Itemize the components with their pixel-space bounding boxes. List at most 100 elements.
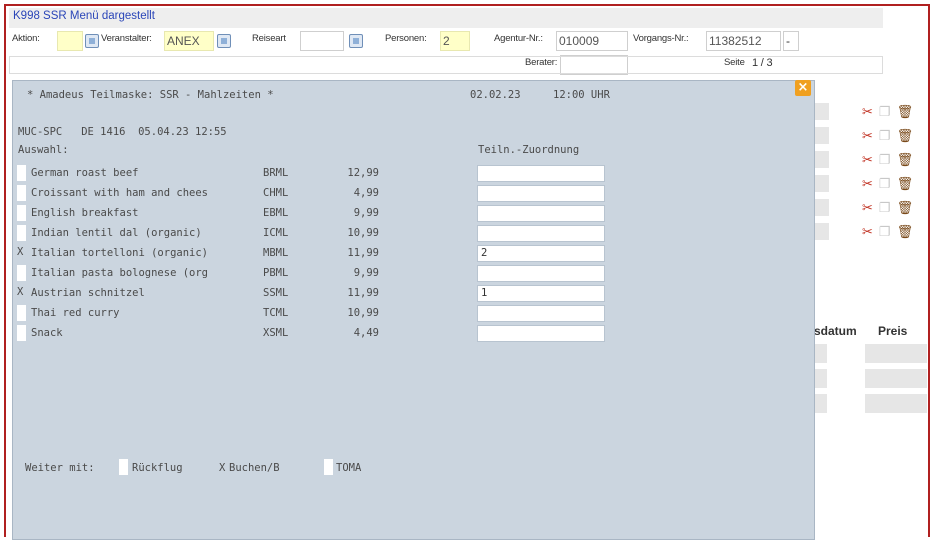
trash-icon[interactable]: 🗑 bbox=[897, 153, 914, 167]
zuordnung-label: Teiln.-Zuordnung bbox=[478, 144, 580, 156]
meal-name: English breakfast bbox=[31, 207, 139, 219]
scissors-icon[interactable]: ✂ bbox=[862, 225, 873, 239]
copy-icon[interactable]: ❐ bbox=[879, 177, 891, 191]
meal-select-checkbox[interactable] bbox=[17, 325, 26, 341]
col-header-preis: Preis bbox=[878, 324, 908, 338]
agentur-input[interactable]: 010009 bbox=[556, 31, 628, 51]
right-cell bbox=[815, 223, 829, 240]
auswahl-label: Auswahl: bbox=[18, 144, 69, 156]
close-icon[interactable]: × bbox=[795, 80, 811, 96]
reiseart-input[interactable] bbox=[300, 31, 344, 51]
participant-assign-input[interactable] bbox=[477, 205, 605, 222]
meal-code: TCML bbox=[263, 307, 289, 319]
meal-select-checkbox[interactable] bbox=[17, 205, 26, 221]
option-label-rueckflug: Rückflug bbox=[132, 462, 183, 474]
row-actions: ✂ ❐ 🗑 bbox=[862, 201, 918, 215]
veranstalter-lookup-icon[interactable] bbox=[217, 34, 231, 48]
copy-icon[interactable]: ❐ bbox=[879, 225, 891, 239]
row-actions: ✂ ❐ 🗑 bbox=[862, 129, 918, 143]
right-cell bbox=[815, 199, 829, 216]
participant-assign-input[interactable] bbox=[477, 305, 605, 322]
col-header-datum: sdatum bbox=[814, 324, 857, 338]
meal-name: Italian tortelloni (organic) bbox=[31, 247, 209, 259]
dialog-time: 12:00 UHR bbox=[553, 89, 610, 101]
meal-select-checkbox[interactable] bbox=[17, 225, 26, 241]
reiseart-lookup-icon[interactable] bbox=[349, 34, 363, 48]
right-cell bbox=[865, 344, 927, 363]
meal-code: BRML bbox=[263, 167, 289, 179]
option-label-toma: TOMA bbox=[336, 462, 362, 474]
option-checkbox-rueckflug[interactable] bbox=[119, 459, 128, 475]
right-cell bbox=[815, 394, 827, 413]
personen-input[interactable]: 2 bbox=[440, 31, 470, 51]
copy-icon[interactable]: ❐ bbox=[879, 201, 891, 215]
option-label-buchen: Buchen/B bbox=[229, 462, 280, 474]
right-cell bbox=[815, 369, 827, 388]
meal-name: Thai red curry bbox=[31, 307, 120, 319]
personen-label: Personen: bbox=[385, 33, 427, 44]
meal-name: Indian lentil dal (organic) bbox=[31, 227, 202, 239]
row-actions: ✂ ❐ 🗑 bbox=[862, 153, 918, 167]
meal-code: MBML bbox=[263, 247, 289, 259]
meal-price: 10,99 bbox=[347, 227, 379, 239]
trash-icon[interactable]: 🗑 bbox=[897, 201, 914, 215]
scissors-icon[interactable]: ✂ bbox=[862, 105, 873, 119]
right-cell bbox=[815, 344, 827, 363]
meal-code: SSML bbox=[263, 287, 289, 299]
meal-price: 9,99 bbox=[353, 207, 379, 219]
participant-assign-input[interactable] bbox=[477, 265, 605, 282]
right-cell bbox=[815, 175, 829, 192]
copy-icon[interactable]: ❐ bbox=[879, 129, 891, 143]
meal-name: Austrian schnitzel bbox=[31, 287, 145, 299]
row-actions: ✂ ❐ 🗑 bbox=[862, 177, 918, 191]
reiseart-label: Reiseart bbox=[252, 33, 286, 44]
title-bar: K998 SSR Menü dargestellt bbox=[9, 8, 883, 28]
copy-icon[interactable]: ❐ bbox=[879, 105, 891, 119]
meal-select-checkbox[interactable] bbox=[17, 305, 26, 321]
aktion-label: Aktion: bbox=[12, 33, 40, 44]
trash-icon[interactable]: 🗑 bbox=[897, 225, 914, 239]
participant-assign-input[interactable] bbox=[477, 325, 605, 342]
right-cell bbox=[865, 394, 927, 413]
meal-select-checkbox[interactable]: X bbox=[17, 285, 26, 301]
meal-select-checkbox[interactable]: X bbox=[17, 245, 26, 261]
veranstalter-label: Veranstalter: bbox=[101, 33, 152, 44]
meal-select-checkbox[interactable] bbox=[17, 185, 26, 201]
copy-icon[interactable]: ❐ bbox=[879, 153, 891, 167]
meal-select-checkbox[interactable] bbox=[17, 165, 26, 181]
right-cell bbox=[865, 369, 927, 388]
aktion-lookup-icon[interactable] bbox=[85, 34, 99, 48]
scissors-icon[interactable]: ✂ bbox=[862, 201, 873, 215]
ssr-meal-dialog: * Amadeus Teilmaske: SSR - Mahlzeiten * … bbox=[12, 80, 815, 540]
flight-info: MUC-SPC DE 1416 05.04.23 12:55 bbox=[18, 126, 227, 138]
row-actions: ✂ ❐ 🗑 bbox=[862, 225, 918, 239]
meal-name: German roast beef bbox=[31, 167, 139, 179]
participant-assign-input[interactable] bbox=[477, 185, 605, 202]
meal-code: XSML bbox=[263, 327, 289, 339]
participant-assign-input[interactable] bbox=[477, 225, 605, 242]
participant-assign-input[interactable]: 2 bbox=[477, 245, 605, 262]
scissors-icon[interactable]: ✂ bbox=[862, 153, 873, 167]
trash-icon[interactable]: 🗑 bbox=[897, 105, 914, 119]
vorgang-input[interactable]: 11382512 bbox=[706, 31, 781, 51]
aktion-input[interactable] bbox=[57, 31, 83, 51]
window-title: K998 SSR Menü dargestellt bbox=[13, 10, 155, 22]
right-cell bbox=[815, 127, 829, 144]
dialog-header: * Amadeus Teilmaske: SSR - Mahlzeiten * bbox=[27, 89, 274, 101]
row-actions: ✂ ❐ 🗑 bbox=[862, 105, 918, 119]
meal-price: 12,99 bbox=[347, 167, 379, 179]
meal-name: Italian pasta bolognese (org bbox=[31, 267, 209, 279]
form-separator bbox=[9, 56, 883, 74]
scissors-icon[interactable]: ✂ bbox=[862, 177, 873, 191]
trash-icon[interactable]: 🗑 bbox=[897, 177, 914, 191]
veranstalter-input[interactable]: ANEX bbox=[164, 31, 214, 51]
meal-select-checkbox[interactable] bbox=[17, 265, 26, 281]
scissors-icon[interactable]: ✂ bbox=[862, 129, 873, 143]
vorgang-suffix-input[interactable]: - bbox=[783, 31, 799, 51]
option-checkbox-buchen[interactable]: X bbox=[219, 459, 228, 475]
option-checkbox-toma[interactable] bbox=[324, 459, 333, 475]
participant-assign-input[interactable] bbox=[477, 165, 605, 182]
trash-icon[interactable]: 🗑 bbox=[897, 129, 914, 143]
participant-assign-input[interactable]: 1 bbox=[477, 285, 605, 302]
meal-code: EBML bbox=[263, 207, 289, 219]
